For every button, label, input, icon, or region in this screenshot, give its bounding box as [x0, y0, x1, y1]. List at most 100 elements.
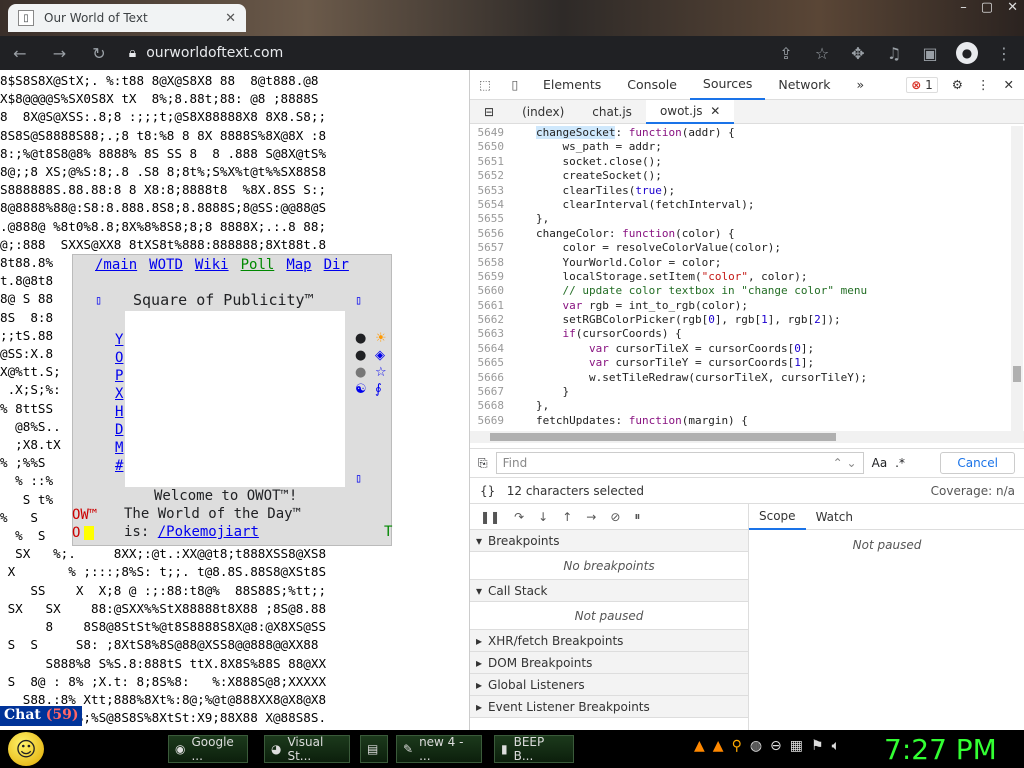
tab-network[interactable]: Network [765, 70, 843, 100]
code-text[interactable]: socket.close(); [510, 155, 661, 169]
yinyang-icon[interactable]: ☯ [355, 382, 375, 397]
code-text[interactable]: if(cursorCoords) { [510, 327, 682, 341]
vlc-icon[interactable]: ▲ [694, 738, 705, 754]
link-map[interactable]: Map [286, 257, 311, 273]
code-line[interactable]: 5669 fetchUpdates: function(margin) { [470, 414, 1010, 428]
code-text[interactable]: changeSocket: function(addr) { [510, 126, 735, 140]
line-number[interactable]: 5656 [470, 227, 510, 241]
tab-watch[interactable]: Watch [806, 504, 863, 530]
taskbar-item-beep[interactable]: ▮ BEEP B... [494, 735, 574, 763]
code-text[interactable]: var cursorTileY = cursorCoords[1]; [510, 356, 814, 370]
file-tab-index[interactable]: (index) [508, 105, 578, 119]
code-text[interactable]: color = resolveColorValue(color); [510, 241, 781, 255]
pane-header[interactable]: ▸ Event Listener Breakpoints [470, 696, 748, 718]
step-icon[interactable]: → [586, 510, 596, 524]
taskbar-clock[interactable]: 7:27 PM [884, 730, 997, 768]
navigator-toggle-icon[interactable]: ⊟ [470, 105, 508, 119]
taskbar-item-vscode[interactable]: ◕ Visual St... [264, 735, 350, 763]
side-link[interactable]: D [115, 421, 123, 439]
device-toggle-icon[interactable]: ▯ [500, 77, 530, 92]
green-t-link[interactable]: T [384, 524, 392, 540]
pause-on-exceptions-icon[interactable]: ⏸ [634, 509, 640, 524]
code-text[interactable]: clearInterval(fetchInterval); [510, 198, 754, 212]
match-case-toggle[interactable]: Aa [872, 456, 888, 470]
taskbar-item-notepad[interactable]: ✎ new 4 - ... [396, 735, 482, 763]
close-window-button[interactable]: ✕ [1007, 0, 1018, 15]
format-icon[interactable]: {} [480, 484, 495, 498]
line-number[interactable]: 5662 [470, 313, 510, 327]
devtools-menu-icon[interactable]: ⋮ [977, 77, 990, 92]
diamond-icon[interactable]: ◈ [375, 348, 395, 363]
line-number[interactable]: 5657 [470, 241, 510, 255]
code-text[interactable]: fetchUpdates: function(margin) { [510, 414, 748, 428]
pane-header[interactable]: ▸ XHR/fetch Breakpoints [470, 630, 748, 652]
code-line[interactable]: 5662 setRGBColorPicker(rgb[0], rgb[1], r… [470, 313, 1010, 327]
file-tab-owot[interactable]: owot.js ✕ [645, 99, 735, 124]
taskbar-item-chrome[interactable]: ◉ Google ... [168, 735, 248, 763]
cancel-button[interactable]: Cancel [940, 452, 1015, 474]
line-number[interactable]: 5660 [470, 284, 510, 298]
code-line[interactable]: 5656 changeColor: function(color) { [470, 227, 1010, 241]
no-entry-icon[interactable]: ⊖ [770, 738, 782, 754]
integral-icon[interactable]: ∮ [375, 382, 395, 397]
link-poll[interactable]: Poll [241, 257, 275, 273]
code-line[interactable]: 5657 color = resolveColorValue(color); [470, 241, 1010, 255]
close-devtools-icon[interactable]: ✕ [1004, 77, 1014, 92]
find-replace-icon[interactable]: ⎘ [478, 456, 488, 471]
code-horizontal-scrollbar[interactable] [470, 431, 1024, 443]
pane-header[interactable]: ▾ Breakpoints [470, 530, 748, 552]
media-icon[interactable]: ♫ [884, 44, 904, 63]
file-tab-chat[interactable]: chat.js [578, 105, 646, 119]
pane-header[interactable]: ▸ DOM Breakpoints [470, 652, 748, 674]
code-text[interactable]: var rgb = int_to_rgb(color); [510, 299, 748, 313]
code-text[interactable]: createSocket(); [510, 169, 661, 183]
line-number[interactable]: 5666 [470, 371, 510, 385]
dot-icon[interactable]: ● [355, 365, 375, 380]
code-text[interactable]: w.setTileRedraw(cursorTileX, cursorTileY… [510, 371, 867, 385]
link-wiki[interactable]: Wiki [195, 257, 229, 273]
dot-icon[interactable]: ● [355, 348, 375, 363]
line-number[interactable]: 5654 [470, 198, 510, 212]
vlc-icon[interactable]: ▲ [713, 738, 724, 754]
error-badge[interactable]: ⊗ 1 [906, 76, 938, 93]
side-link[interactable]: X [115, 385, 123, 403]
code-text[interactable]: YourWorld.Color = color; [510, 256, 721, 270]
line-number[interactable]: 5659 [470, 270, 510, 284]
side-panel-icon[interactable]: ▣ [920, 44, 940, 63]
owot-page[interactable]: 8$S8S8X@StX;. %:t88 8@X@S8X8 88 8@t888.@… [0, 70, 469, 730]
line-number[interactable]: 5650 [470, 140, 510, 154]
code-line[interactable]: 5664 var cursorTileX = cursorCoords[0]; [470, 342, 1010, 356]
sun-icon[interactable]: ☀ [375, 331, 395, 346]
network-icon[interactable]: ◍ [750, 738, 762, 754]
tab-console[interactable]: Console [614, 70, 690, 100]
bookmark-star-icon[interactable]: ☆ [812, 44, 832, 63]
line-number[interactable]: 5665 [470, 356, 510, 370]
find-input[interactable]: Find ⌃ ⌄ [495, 452, 864, 474]
side-link[interactable]: Y [115, 331, 123, 349]
code-line[interactable]: 5652 createSocket(); [470, 169, 1010, 183]
link-main[interactable]: /main [95, 257, 137, 273]
close-file-icon[interactable]: ✕ [710, 104, 720, 118]
taskbar-item-folder[interactable]: ▤ [360, 735, 388, 763]
minimize-button[interactable]: – [960, 0, 967, 15]
chat-button[interactable]: Chat (59) [0, 706, 83, 726]
code-vertical-scrollbar[interactable] [1011, 126, 1023, 431]
code-text[interactable]: // update color textbox in "change color… [510, 284, 867, 298]
code-line[interactable]: 5666 w.setTileRedraw(cursorTileX, cursor… [470, 371, 1010, 385]
pane-header[interactable]: ▾ Call Stack [470, 580, 748, 602]
code-text[interactable]: clearTiles(true); [510, 184, 675, 198]
line-number[interactable]: 5669 [470, 414, 510, 428]
inspect-icon[interactable]: ⬚ [470, 77, 500, 92]
line-number[interactable]: 5655 [470, 212, 510, 226]
line-number[interactable]: 5664 [470, 342, 510, 356]
line-number[interactable]: 5663 [470, 327, 510, 341]
link-dir[interactable]: Dir [324, 257, 349, 273]
search-icon[interactable]: ⚲ [732, 738, 742, 754]
pane-header[interactable]: ▸ Global Listeners [470, 674, 748, 696]
code-line[interactable]: 5651 socket.close(); [470, 155, 1010, 169]
code-line[interactable]: 5665 var cursorTileY = cursorCoords[1]; [470, 356, 1010, 370]
regex-toggle[interactable]: .* [895, 456, 905, 470]
code-line[interactable]: 5649 changeSocket: function(addr) { [470, 126, 1010, 140]
code-text[interactable]: localStorage.setItem("color", color); [510, 270, 807, 284]
code-line[interactable]: 5654 clearInterval(fetchInterval); [470, 198, 1010, 212]
